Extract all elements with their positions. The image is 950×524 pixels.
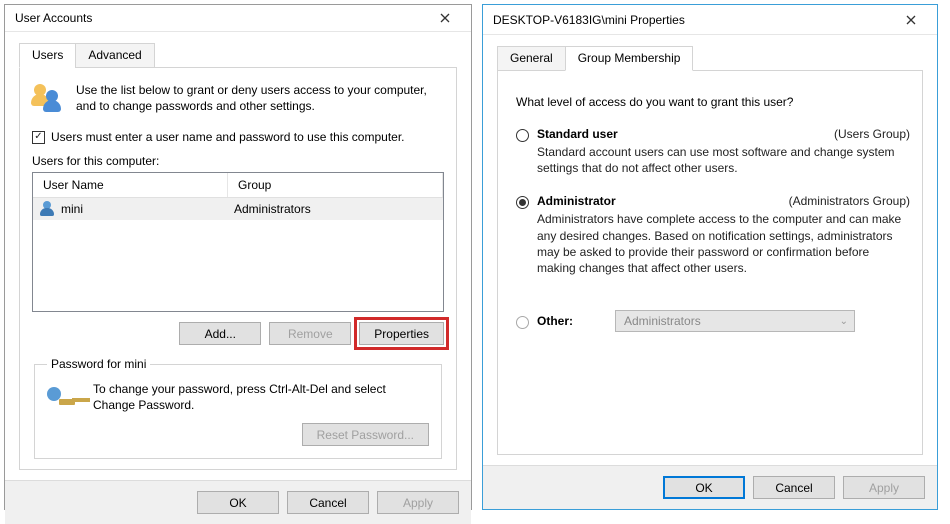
- tabstrip: Users Advanced: [19, 42, 457, 68]
- other-value: Administrators: [624, 314, 701, 328]
- standard-desc: Standard account users can use most soft…: [537, 144, 910, 176]
- close-icon[interactable]: [425, 5, 465, 31]
- intro-row: Use the list below to grant or deny user…: [32, 82, 444, 116]
- reset-password-button: Reset Password...: [302, 423, 429, 446]
- chevron-down-icon: ⌄: [840, 316, 848, 327]
- user-buttons: Add... Remove Properties: [32, 322, 444, 345]
- password-legend: Password for mini: [47, 357, 150, 371]
- require-login-label: Users must enter a user name and passwor…: [51, 130, 405, 144]
- users-list-label: Users for this computer:: [32, 154, 444, 168]
- intro-text: Use the list below to grant or deny user…: [76, 82, 444, 116]
- ok-button[interactable]: OK: [197, 491, 279, 514]
- cancel-button[interactable]: Cancel: [287, 491, 369, 514]
- titlebar: DESKTOP-V6183IG\mini Properties: [483, 5, 937, 35]
- properties-button[interactable]: Properties: [359, 322, 444, 345]
- other-label: Other:: [537, 314, 607, 328]
- cell-username: mini: [61, 202, 234, 216]
- tab-advanced[interactable]: Advanced: [75, 43, 154, 68]
- properties-dialog: DESKTOP-V6183IG\mini Properties General …: [482, 4, 938, 510]
- other-combo: Administrators ⌄: [615, 310, 855, 332]
- users-icon: [32, 82, 66, 116]
- list-header[interactable]: User Name Group: [33, 173, 443, 198]
- radio-standard[interactable]: Standard user (Users Group) Standard acc…: [516, 127, 910, 176]
- standard-label: Standard user: [537, 127, 618, 141]
- cancel-button[interactable]: Cancel: [753, 476, 835, 499]
- apply-button: Apply: [377, 491, 459, 514]
- password-text: To change your password, press Ctrl-Alt-…: [93, 381, 429, 413]
- key-icon: [47, 381, 81, 415]
- tab-group-membership[interactable]: Group Membership: [565, 46, 694, 71]
- checkbox-icon[interactable]: [32, 131, 45, 144]
- user-accounts-dialog: User Accounts Users Advanced Use the lis…: [4, 4, 472, 510]
- tabstrip: General Group Membership: [497, 45, 923, 71]
- question-text: What level of access do you want to gran…: [516, 95, 904, 109]
- user-icon: [39, 201, 55, 217]
- admin-group: (Administrators Group): [789, 194, 910, 208]
- col-username[interactable]: User Name: [33, 173, 228, 197]
- apply-button: Apply: [843, 476, 925, 499]
- radio-other[interactable]: Other: Administrators ⌄: [516, 310, 910, 332]
- close-icon[interactable]: [891, 7, 931, 33]
- cell-group: Administrators: [234, 202, 437, 216]
- list-item[interactable]: mini Administrators: [33, 198, 443, 220]
- tab-users[interactable]: Users: [19, 43, 76, 68]
- password-group: Password for mini To change your passwor…: [34, 357, 442, 459]
- standard-group: (Users Group): [834, 127, 910, 141]
- radio-icon[interactable]: [516, 196, 529, 209]
- remove-button: Remove: [269, 322, 351, 345]
- users-list[interactable]: User Name Group mini Administrators: [32, 172, 444, 312]
- titlebar: User Accounts: [5, 5, 471, 32]
- add-button[interactable]: Add...: [179, 322, 261, 345]
- ok-button[interactable]: OK: [663, 476, 745, 499]
- dialog-footer: OK Cancel Apply: [5, 480, 471, 524]
- radio-icon[interactable]: [516, 129, 529, 142]
- require-login-checkbox[interactable]: Users must enter a user name and passwor…: [32, 130, 444, 144]
- admin-label: Administrator: [537, 194, 616, 208]
- dialog-title: User Accounts: [15, 11, 92, 25]
- dialog-footer: OK Cancel Apply: [483, 465, 937, 509]
- radio-administrator[interactable]: Administrator (Administrators Group) Adm…: [516, 194, 910, 276]
- dialog-title: DESKTOP-V6183IG\mini Properties: [493, 13, 685, 27]
- admin-desc: Administrators have complete access to t…: [537, 211, 910, 276]
- tab-general[interactable]: General: [497, 46, 566, 71]
- tab-body-membership: What level of access do you want to gran…: [497, 71, 923, 455]
- tab-body-users: Use the list below to grant or deny user…: [19, 68, 457, 470]
- col-group[interactable]: Group: [228, 173, 443, 197]
- radio-icon[interactable]: [516, 316, 529, 329]
